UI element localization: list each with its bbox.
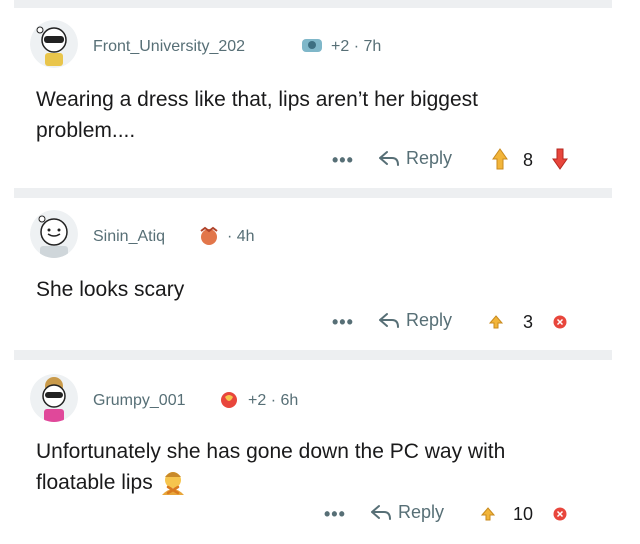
reply-button[interactable]: Reply xyxy=(370,502,444,523)
meta-extra: +2 · 7h xyxy=(331,38,382,55)
meta-extra: +2 · 6h xyxy=(248,392,299,409)
upvote-icon[interactable] xyxy=(492,148,508,175)
downvote-icon[interactable] xyxy=(553,315,567,334)
body-line: problem.... xyxy=(36,119,136,142)
avatar[interactable] xyxy=(30,210,78,258)
reply-label: Reply xyxy=(398,502,445,522)
body-line: She looks scary xyxy=(36,278,185,301)
reply-button[interactable]: Reply xyxy=(378,148,452,169)
more-options-button[interactable]: ••• xyxy=(332,312,354,333)
meta-extra: · 4h xyxy=(227,228,255,245)
reply-label: Reply xyxy=(406,310,453,330)
vote-score: 10 xyxy=(513,504,534,524)
upvote-icon[interactable] xyxy=(480,507,496,526)
reply-label: Reply xyxy=(406,148,453,168)
comment-divider xyxy=(14,350,612,360)
downvote-icon[interactable] xyxy=(553,507,567,526)
username[interactable]: Grumpy_001 xyxy=(93,392,186,410)
more-options-button[interactable]: ••• xyxy=(332,150,354,171)
reply-arrow-icon xyxy=(379,312,399,328)
comment-divider xyxy=(14,188,612,198)
reply-arrow-icon xyxy=(371,504,391,520)
comment-body: She looks scary xyxy=(36,274,596,305)
flair-icon xyxy=(300,36,322,56)
vote-score: 3 xyxy=(523,312,534,332)
comment-1: Front_University_202 +2 · 7h Wearing a d… xyxy=(0,0,640,186)
vote-score: 8 xyxy=(523,150,534,170)
comment-3: Grumpy_001 +2 · 6h Unfortunately she has… xyxy=(0,360,640,544)
avatar[interactable] xyxy=(30,20,78,68)
reply-arrow-icon xyxy=(379,150,399,166)
comment-body: Wearing a dress like that, lips aren’t h… xyxy=(36,84,596,146)
comment-body: Unfortunately she has gone down the PC w… xyxy=(36,436,596,498)
person-gesturing-no-emoji xyxy=(159,469,187,497)
body-line: floatable lips xyxy=(36,471,153,494)
username[interactable]: Front_University_202 xyxy=(93,38,245,56)
flair-icon xyxy=(217,390,239,410)
body-line-wrap: floatable lips xyxy=(36,467,596,498)
reply-button[interactable]: Reply xyxy=(378,310,452,331)
avatar[interactable] xyxy=(30,374,78,422)
username[interactable]: Sinin_Atiq xyxy=(93,228,165,246)
downvote-icon[interactable] xyxy=(552,148,568,175)
body-line: Wearing a dress like that, lips aren’t h… xyxy=(36,88,479,111)
comment-2: Sinin_Atiq · 4h She looks scary ••• Repl… xyxy=(0,198,640,348)
flair-icon xyxy=(197,226,219,246)
more-options-button[interactable]: ••• xyxy=(324,504,346,525)
body-line: Unfortunately she has gone down the PC w… xyxy=(36,440,506,463)
upvote-icon[interactable] xyxy=(488,315,504,334)
